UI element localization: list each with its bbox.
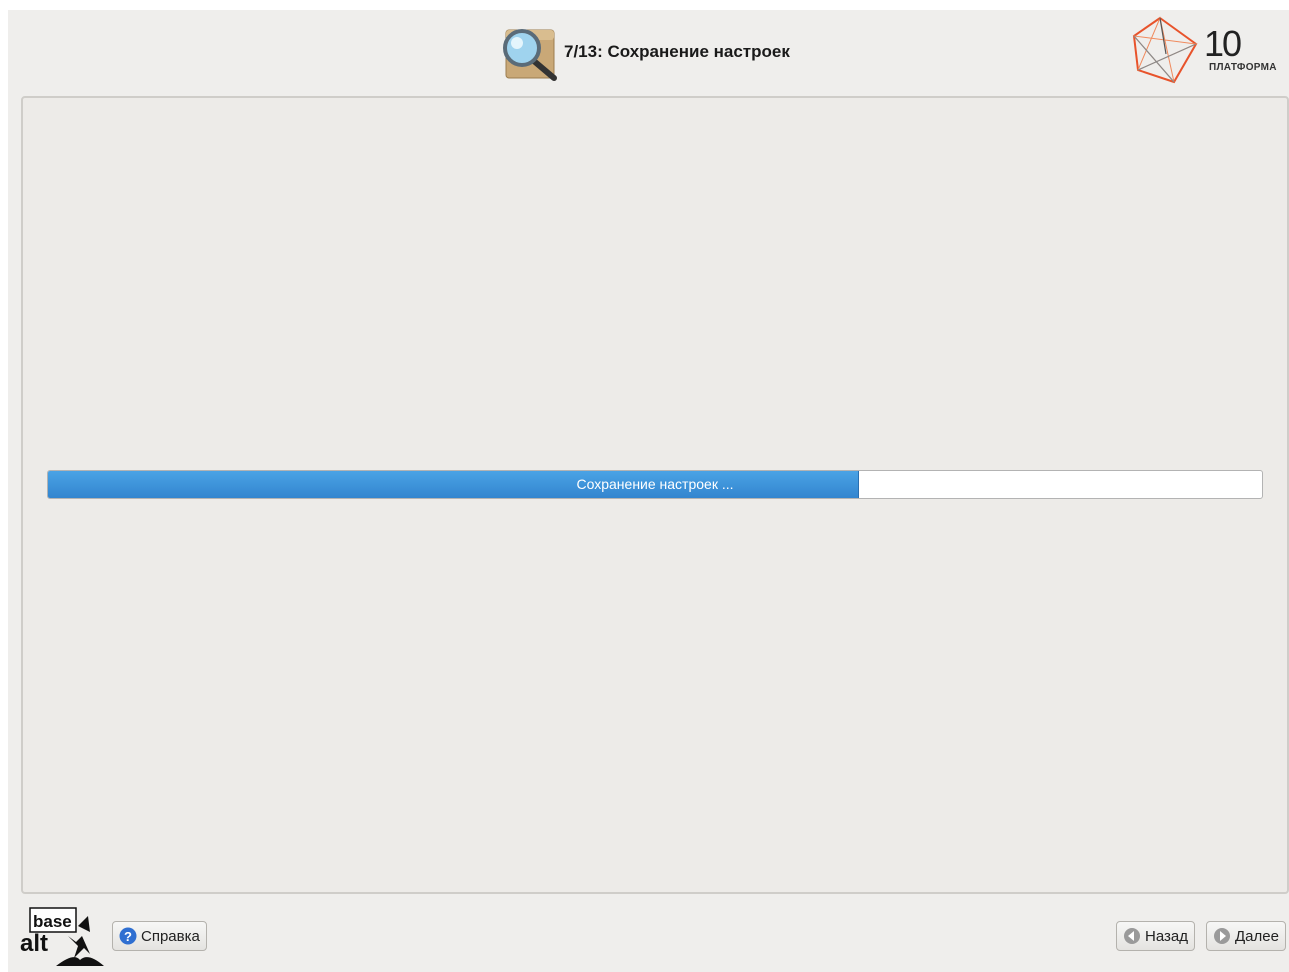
back-button-label: Назад bbox=[1145, 927, 1188, 945]
logo-text-bottom: alt bbox=[20, 930, 48, 957]
next-button-label: Далее bbox=[1235, 927, 1279, 945]
brand-name: ПЛАТФОРМА bbox=[1209, 62, 1277, 73]
progress-bar: Сохранение настроек ... bbox=[47, 470, 1263, 499]
help-button-label: Справка bbox=[141, 927, 200, 945]
logo-text-top: base bbox=[33, 912, 72, 931]
arrow-left-icon bbox=[1124, 928, 1140, 944]
page-title: 7/13: Сохранение настроек bbox=[564, 42, 790, 61]
platform-logo-icon bbox=[1132, 16, 1198, 84]
back-button[interactable]: Назад bbox=[1116, 921, 1195, 951]
magnifier-box-icon bbox=[503, 29, 557, 81]
header: 7/13: Сохранение настроек 10 ПЛАТФОРМА bbox=[8, 10, 1289, 96]
progress-label: Сохранение настроек ... bbox=[576, 476, 734, 492]
help-icon: ? bbox=[119, 927, 137, 945]
next-button[interactable]: Далее bbox=[1206, 921, 1286, 951]
content-panel: Сохранение настроек ... bbox=[21, 96, 1289, 894]
help-button[interactable]: ? Справка bbox=[112, 921, 207, 951]
installer-window: 7/13: Сохранение настроек 10 ПЛАТФОРМА С… bbox=[8, 10, 1289, 972]
basealt-logo-icon: base alt bbox=[20, 907, 104, 966]
footer: base alt ? Справка Назад Далее bbox=[8, 896, 1289, 972]
svg-text:?: ? bbox=[124, 929, 132, 944]
arrow-right-icon bbox=[1214, 928, 1230, 944]
brand-version: 10 bbox=[1204, 23, 1242, 64]
